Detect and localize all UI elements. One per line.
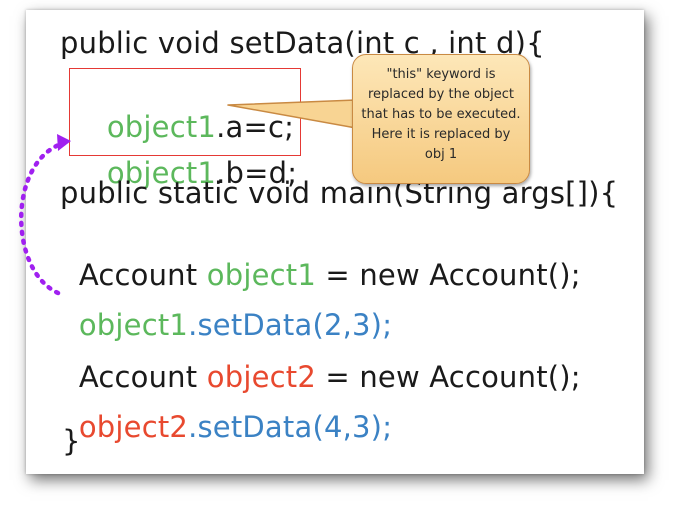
- flow-arrow-head: [57, 134, 71, 151]
- flow-arrow: [19, 134, 71, 296]
- flow-arrow-path: [19, 140, 67, 296]
